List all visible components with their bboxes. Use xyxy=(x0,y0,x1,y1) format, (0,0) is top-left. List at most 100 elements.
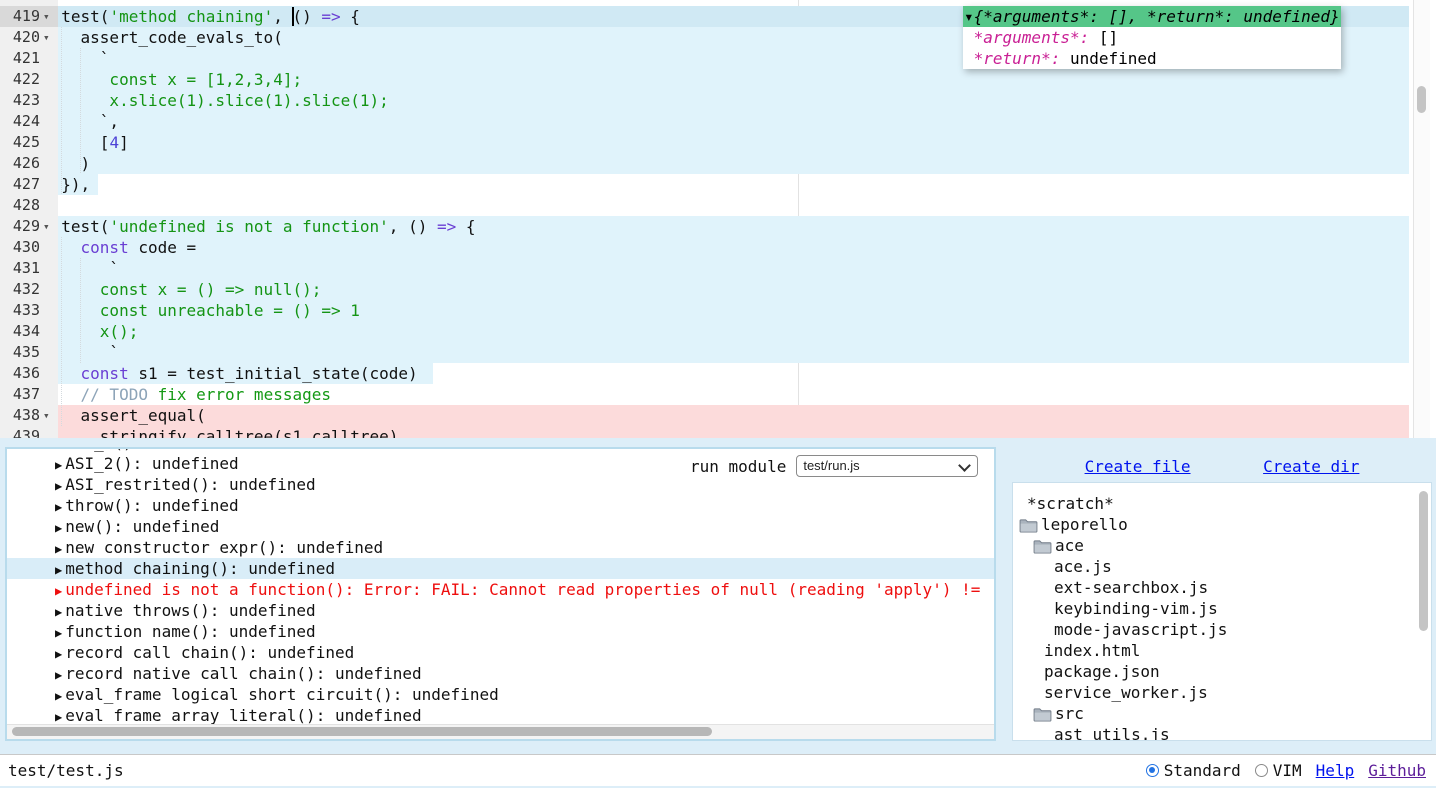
gutter-line-number[interactable]: 422 xyxy=(0,69,40,90)
test-result-row[interactable]: ▶eval_frame logical short circuit(): und… xyxy=(7,684,994,705)
code-line[interactable]: const code = xyxy=(0,237,1436,258)
github-link[interactable]: Github xyxy=(1368,761,1426,780)
expand-arrow-icon[interactable]: ▶ xyxy=(55,710,62,724)
tree-folder-row[interactable]: leporello xyxy=(1019,514,1431,535)
code-line[interactable]: const s1 = test_initial_state(code) xyxy=(0,363,1436,384)
expand-arrow-icon[interactable]: ▶ xyxy=(55,605,62,619)
code-line[interactable]: const unreachable = () => 1 xyxy=(0,300,1436,321)
gutter-line-number[interactable]: 432 xyxy=(0,279,40,300)
tree-folder-row[interactable]: src xyxy=(1019,703,1431,724)
code-line[interactable]: `, xyxy=(0,111,1436,132)
code-line[interactable]: test('undefined is not a function', () =… xyxy=(0,216,1436,237)
gutter-line-number[interactable]: 439 xyxy=(0,426,40,438)
test-result-row[interactable]: ▶record call chain(): undefined xyxy=(7,642,994,663)
expand-arrow-icon[interactable]: ▶ xyxy=(55,563,62,577)
tree-file-row[interactable]: index.html xyxy=(1019,640,1431,661)
test-result-row[interactable]: ▶ASI_restrited(): undefined xyxy=(7,474,994,495)
help-link[interactable]: Help xyxy=(1316,761,1355,780)
gutter-line-number[interactable]: 430 xyxy=(0,237,40,258)
run-module-select[interactable]: test/run.js xyxy=(796,455,978,477)
console-horizontal-scrollbar[interactable] xyxy=(7,724,994,739)
code-line[interactable]: assert_equal( xyxy=(0,405,1436,426)
code-line[interactable] xyxy=(0,195,1436,216)
expand-arrow-icon[interactable]: ▶ xyxy=(55,542,62,556)
expand-arrow-icon[interactable]: ▶ xyxy=(55,521,62,535)
tree-file-row[interactable]: package.json xyxy=(1019,661,1431,682)
gutter-line-number[interactable]: 425 xyxy=(0,132,40,153)
tree-file-row[interactable]: ast_utils.js xyxy=(1019,724,1431,741)
code-line[interactable]: x(); xyxy=(0,321,1436,342)
expand-arrow-icon[interactable]: ▶ xyxy=(55,500,62,514)
gutter-line-number[interactable]: 434 xyxy=(0,321,40,342)
code-editor[interactable]: 419▾420▾421422423424425426427428429▾4304… xyxy=(0,0,1436,438)
expand-arrow-icon[interactable]: ▶ xyxy=(55,479,62,493)
code-line[interactable]: stringify_calltree(s1.calltree), xyxy=(0,426,1436,438)
code-line[interactable]: [4] xyxy=(0,132,1436,153)
tooltip-entry[interactable]: *return*: undefined xyxy=(963,48,1341,69)
scrollbar-thumb[interactable] xyxy=(1417,86,1426,113)
fold-arrow-icon[interactable]: ▾ xyxy=(43,6,50,27)
test-result-row[interactable]: ▶throw(): undefined xyxy=(7,495,994,516)
tree-file-row[interactable]: ace.js xyxy=(1019,556,1431,577)
code-line[interactable]: ) xyxy=(0,153,1436,174)
radio-unchecked-icon[interactable] xyxy=(1255,764,1268,777)
radio-checked-icon[interactable] xyxy=(1146,764,1159,777)
gutter-line-number[interactable]: 424 xyxy=(0,111,40,132)
scrollbar-thumb[interactable] xyxy=(12,727,712,736)
fold-arrow-icon[interactable]: ▾ xyxy=(43,405,50,426)
gutter-line-number[interactable]: 429 xyxy=(0,216,40,237)
gutter-line-number[interactable]: 436 xyxy=(0,363,40,384)
tooltip-header[interactable]: ▾{*arguments*: [], *return*: undefined} xyxy=(963,6,1341,27)
gutter-line-number[interactable]: 427 xyxy=(0,174,40,195)
gutter-line-number[interactable]: 438 xyxy=(0,405,40,426)
tree-folder-row[interactable]: ace xyxy=(1019,535,1431,556)
create-file-button[interactable]: Create file xyxy=(1085,457,1191,476)
code-line[interactable]: // TODO fix error messages xyxy=(0,384,1436,405)
test-result-row[interactable]: ▶record native call chain(): undefined xyxy=(7,663,994,684)
expand-arrow-icon[interactable]: ▶ xyxy=(55,668,62,682)
test-results-panel[interactable]: ▶ASI_1(): undefined▶ASI_2(): undefined▶A… xyxy=(5,447,996,741)
fold-arrow-icon[interactable]: ▾ xyxy=(43,216,50,237)
gutter-line-number[interactable]: 433 xyxy=(0,300,40,321)
expand-arrow-icon[interactable]: ▶ xyxy=(55,447,62,451)
code-line[interactable]: }), xyxy=(0,174,1436,195)
gutter-line-number[interactable]: 421 xyxy=(0,48,40,69)
gutter-line-number[interactable]: 420 xyxy=(0,27,40,48)
expand-arrow-icon[interactable]: ▶ xyxy=(55,647,62,661)
gutter-line-number[interactable]: 428 xyxy=(0,195,40,216)
editor-vertical-scrollbar[interactable] xyxy=(1413,0,1430,438)
code-line[interactable]: const x = [1,2,3,4]; xyxy=(0,69,1436,90)
test-result-row[interactable]: ▶new(): undefined xyxy=(7,516,994,537)
tree-vertical-scrollbar[interactable] xyxy=(1419,491,1428,734)
test-result-row[interactable]: ▶undefined is not a function(): Error: F… xyxy=(7,579,994,600)
expand-arrow-icon[interactable]: ▶ xyxy=(55,626,62,640)
gutter-line-number[interactable]: 437 xyxy=(0,384,40,405)
expand-arrow-icon[interactable]: ▶ xyxy=(55,458,62,472)
gutter-line-number[interactable]: 423 xyxy=(0,90,40,111)
test-result-row[interactable]: ▶new constructor expr(): undefined xyxy=(7,537,994,558)
create-dir-button[interactable]: Create dir xyxy=(1263,457,1359,476)
keybinding-mode-option[interactable]: VIM xyxy=(1255,761,1302,780)
scrollbar-thumb[interactable] xyxy=(1419,491,1428,631)
gutter-line-number[interactable]: 431 xyxy=(0,258,40,279)
value-inspector-tooltip[interactable]: ▾{*arguments*: [], *return*: undefined} … xyxy=(963,6,1341,69)
code-line[interactable]: x.slice(1).slice(1).slice(1); xyxy=(0,90,1436,111)
gutter-line-number[interactable]: 426 xyxy=(0,153,40,174)
code-line[interactable]: const x = () => null(); xyxy=(0,279,1436,300)
test-result-row[interactable]: ▶method chaining(): undefined xyxy=(7,558,994,579)
test-result-row[interactable]: ▶eval_frame array_literal(): undefined xyxy=(7,705,994,726)
gutter-line-number[interactable]: 435 xyxy=(0,342,40,363)
keybinding-mode-option[interactable]: Standard xyxy=(1146,761,1241,780)
tree-file-row[interactable]: keybinding-vim.js xyxy=(1019,598,1431,619)
test-result-row[interactable]: ▶native throws(): undefined xyxy=(7,600,994,621)
expand-arrow-icon[interactable]: ▶ xyxy=(55,689,62,703)
code-line[interactable]: ` xyxy=(0,342,1436,363)
tree-file-row[interactable]: ext-searchbox.js xyxy=(1019,577,1431,598)
tree-file-row[interactable]: *scratch* xyxy=(1019,493,1431,514)
tree-file-row[interactable]: service_worker.js xyxy=(1019,682,1431,703)
code-line[interactable]: ` xyxy=(0,258,1436,279)
expand-arrow-icon[interactable]: ▶ xyxy=(55,584,62,598)
fold-arrow-icon[interactable]: ▾ xyxy=(43,27,50,48)
tooltip-entry[interactable]: *arguments*: [] xyxy=(963,27,1341,48)
file-tree-panel[interactable]: *scratch*leporelloaceace.jsext-searchbox… xyxy=(1012,482,1432,741)
